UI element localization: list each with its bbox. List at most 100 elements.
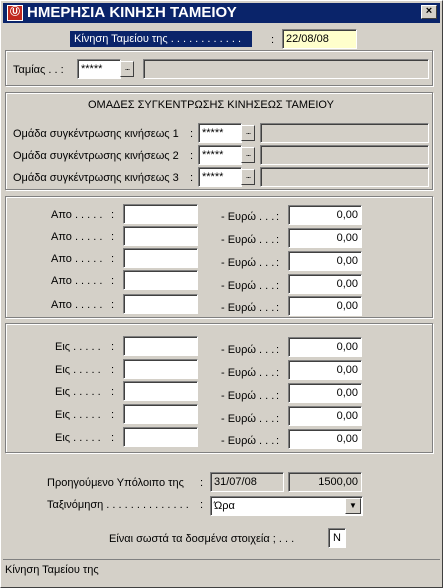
date-field[interactable]: 22/08/08	[282, 29, 357, 49]
to-3-label: Εις . . . . .	[55, 386, 101, 398]
previous-balance-date: 31/07/08	[210, 472, 284, 492]
status-text: Κίνηση Ταμείου της	[5, 564, 99, 576]
from-5-euro-label: - Ευρώ . . .	[221, 302, 275, 314]
to-3-euro-colon: :	[276, 390, 280, 402]
to-1-field[interactable]	[123, 336, 198, 356]
from-4-amount-field[interactable]: 0,00	[288, 274, 362, 294]
from-3-field[interactable]	[123, 248, 198, 268]
chevron-down-icon[interactable]: ▼	[345, 498, 361, 514]
to-5-euro-colon: :	[276, 435, 280, 447]
to-4-label: Εις . . . . .	[55, 409, 101, 421]
group-1-code-field[interactable]: *****	[198, 123, 242, 143]
header-label: Κίνηση Ταμείου της . . . . . . . . . . .…	[70, 31, 252, 47]
to-4-euro-colon: :	[276, 413, 280, 425]
group-1-lookup-button[interactable]: ...	[241, 125, 255, 141]
from-1-field[interactable]	[123, 204, 198, 224]
from-5-colon: :	[111, 299, 115, 311]
to-2-label: Εις . . . . .	[55, 364, 101, 376]
to-2-amount-field[interactable]: 0,00	[288, 360, 362, 380]
from-5-amount-field[interactable]: 0,00	[288, 296, 362, 316]
close-button[interactable]: ×	[421, 5, 437, 19]
group-2-label: Ομάδα συγκέντρωσης κινήσεως 2	[13, 150, 179, 162]
from-3-label: Απο . . . . .	[51, 253, 103, 265]
from-4-label: Απο . . . . .	[51, 275, 103, 287]
to-2-euro-colon: :	[276, 367, 280, 379]
from-1-euro-label: - Ευρώ . . .	[221, 211, 275, 223]
sort-colon: :	[200, 499, 204, 511]
group-1-colon: :	[190, 128, 194, 140]
from-2-amount-field[interactable]: 0,00	[288, 228, 362, 248]
groups-title: ΟΜΑΔΕΣ ΣΥΓΚΕΝΤΡΩΣΗΣ ΚΙΝΗΣΕΩΣ ΤΑΜΕΙΟΥ	[88, 99, 334, 111]
sort-select[interactable]: Ώρα	[210, 496, 363, 516]
app-logo-icon: Ⓤ	[7, 5, 23, 21]
to-1-euro-label: - Ευρώ . . .	[221, 344, 275, 356]
group-3-label: Ομάδα συγκέντρωσης κινήσεως 3	[13, 172, 179, 184]
cashier-label: Ταμίας . . :	[13, 64, 64, 76]
from-1-colon: :	[111, 209, 115, 221]
from-2-label: Απο . . . . .	[51, 231, 103, 243]
group-1-description-field	[260, 123, 429, 143]
sort-label: Ταξινόμηση . . . . . . . . . . . . . .	[47, 499, 189, 511]
from-3-amount-field[interactable]: 0,00	[288, 251, 362, 271]
confirm-label: Είναι σωστά τα δοσμένα στοιχεία ; . . .	[109, 533, 295, 545]
to-1-colon: :	[111, 341, 115, 353]
to-3-field[interactable]	[123, 381, 198, 401]
window-title: ΗΜΕΡΗΣΙΑ ΚΙΝΗΣΗ ΤΑΜΕΙΟΥ	[27, 4, 237, 21]
from-4-field[interactable]	[123, 270, 198, 290]
group-2-colon: :	[190, 150, 194, 162]
to-5-colon: :	[111, 432, 115, 444]
from-5-label: Απο . . . . .	[51, 299, 103, 311]
group-3-colon: :	[190, 172, 194, 184]
to-5-label: Εις . . . . .	[55, 432, 101, 444]
from-4-colon: :	[111, 275, 115, 287]
to-4-field[interactable]	[123, 404, 198, 424]
cashier-code-field[interactable]: *****	[77, 59, 121, 79]
header-colon: :	[271, 34, 275, 46]
to-2-field[interactable]	[123, 359, 198, 379]
to-3-colon: :	[111, 386, 115, 398]
main-window: Ⓤ ΗΜΕΡΗΣΙΑ ΚΙΝΗΣΗ ΤΑΜΕΙΟΥ × Κίνηση Ταμεί…	[0, 0, 443, 588]
from-2-euro-label: - Ευρώ . . .	[221, 234, 275, 246]
to-3-euro-label: - Ευρώ . . .	[221, 390, 275, 402]
from-4-euro-label: - Ευρώ . . .	[221, 280, 275, 292]
to-5-field[interactable]	[123, 427, 198, 447]
from-4-euro-colon: :	[276, 280, 280, 292]
confirm-field[interactable]: N	[328, 528, 346, 548]
previous-balance-colon: :	[200, 477, 204, 489]
to-2-euro-label: - Ευρώ . . .	[221, 367, 275, 379]
from-1-euro-colon: :	[276, 211, 280, 223]
from-3-euro-colon: :	[276, 257, 280, 269]
group-2-code-field[interactable]: *****	[198, 145, 242, 165]
from-2-field[interactable]	[123, 226, 198, 246]
to-1-label: Εις . . . . .	[55, 341, 101, 353]
from-2-colon: :	[111, 231, 115, 243]
previous-balance-label: Προηγούμενο Υπόλοιπο της	[47, 477, 184, 489]
to-3-amount-field[interactable]: 0,00	[288, 383, 362, 403]
previous-balance-amount: 1500,00	[288, 472, 362, 492]
to-4-colon: :	[111, 409, 115, 421]
to-4-euro-label: - Ευρώ . . .	[221, 413, 275, 425]
from-2-euro-colon: :	[276, 234, 280, 246]
cashier-lookup-button[interactable]: ...	[120, 61, 134, 77]
from-1-label: Απο . . . . .	[51, 209, 103, 221]
group-1-label: Ομάδα συγκέντρωσης κινήσεως 1	[13, 128, 179, 140]
to-4-amount-field[interactable]: 0,00	[288, 406, 362, 426]
to-1-amount-field[interactable]: 0,00	[288, 337, 362, 357]
group-3-code-field[interactable]: *****	[198, 167, 242, 187]
group-3-description-field	[260, 167, 429, 187]
from-1-amount-field[interactable]: 0,00	[288, 205, 362, 225]
to-2-colon: :	[111, 364, 115, 376]
from-5-euro-colon: :	[276, 302, 280, 314]
from-3-colon: :	[111, 253, 115, 265]
from-3-euro-label: - Ευρώ . . .	[221, 257, 275, 269]
to-1-euro-colon: :	[276, 344, 280, 356]
group-2-lookup-button[interactable]: ...	[241, 147, 255, 163]
title-bar[interactable]: Ⓤ ΗΜΕΡΗΣΙΑ ΚΙΝΗΣΗ ΤΑΜΕΙΟΥ ×	[3, 3, 440, 23]
cashier-description-field	[143, 59, 429, 79]
to-5-euro-label: - Ευρώ . . .	[221, 435, 275, 447]
from-5-field[interactable]	[123, 294, 198, 314]
status-bar: Κίνηση Ταμείου της	[3, 559, 440, 585]
to-5-amount-field[interactable]: 0,00	[288, 429, 362, 449]
group-2-description-field	[260, 145, 429, 165]
group-3-lookup-button[interactable]: ...	[241, 169, 255, 185]
